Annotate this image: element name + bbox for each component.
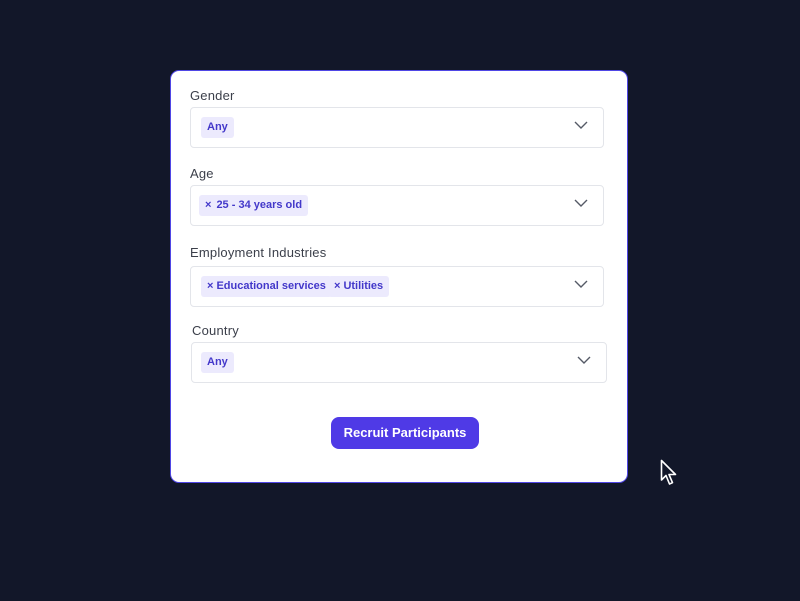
employment-chip-educational[interactable]: × Educational services	[201, 276, 332, 297]
close-icon[interactable]: ×	[207, 280, 213, 292]
recruit-participants-button[interactable]: Recruit Participants	[331, 417, 479, 449]
country-chip-any: Any	[201, 352, 234, 373]
age-label: Age	[190, 166, 214, 181]
gender-select[interactable]: Any	[190, 107, 604, 148]
gender-label: Gender	[190, 88, 235, 103]
age-select[interactable]: × 25 - 34 years old	[190, 185, 604, 226]
employment-select[interactable]: × Educational services × Utilities	[190, 266, 604, 307]
employment-label: Employment Industries	[190, 245, 327, 260]
country-select[interactable]: Any	[191, 342, 607, 383]
chevron-down-icon[interactable]	[574, 199, 588, 208]
employment-chip-utilities[interactable]: × Utilities	[328, 276, 390, 297]
chevron-down-icon[interactable]	[574, 121, 588, 130]
chevron-down-icon[interactable]	[577, 356, 591, 365]
close-icon[interactable]: ×	[205, 199, 211, 211]
age-chip[interactable]: × 25 - 34 years old	[199, 195, 309, 216]
recruit-form-card: Gender Any Age × 25 - 34 years old Employ…	[170, 70, 628, 483]
country-label: Country	[192, 323, 239, 338]
mouse-pointer-icon	[660, 459, 677, 485]
close-icon[interactable]: ×	[334, 280, 340, 292]
gender-chip-any: Any	[201, 117, 234, 138]
chevron-down-icon[interactable]	[574, 280, 588, 289]
employment-chip-utilities-label: Utilities	[343, 280, 384, 292]
age-chip-label: 25 - 34 years old	[216, 199, 303, 211]
employment-chip-educational-label: Educational services	[216, 280, 326, 292]
